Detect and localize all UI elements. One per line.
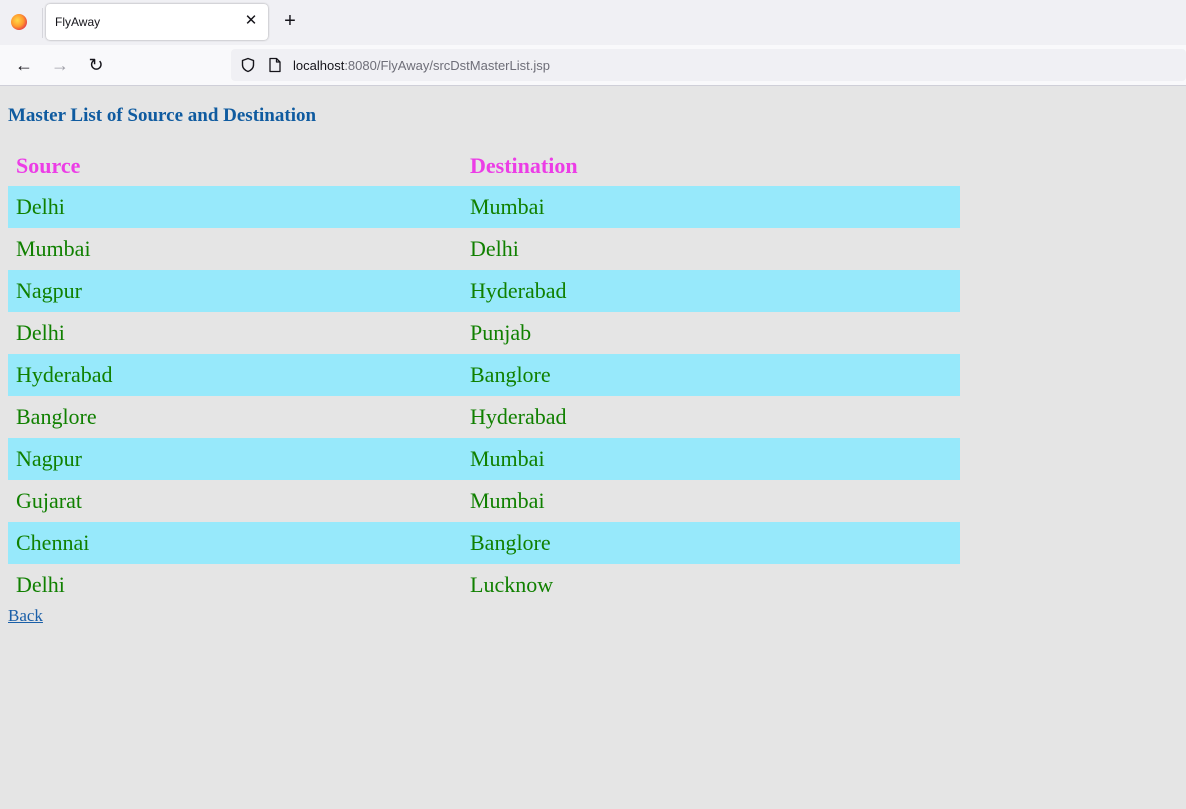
table-row: Banglore Hyderabad xyxy=(8,396,960,438)
source-cell: Mumbai xyxy=(16,236,91,261)
tab-separator xyxy=(42,8,43,38)
source-header: Source xyxy=(16,152,81,178)
destination-cell: Hyderabad xyxy=(470,404,567,429)
destination-cell: Lucknow xyxy=(470,572,554,597)
browser-chrome: FlyAway ✕ + ← → ↻ localhost:8080/FlyAway… xyxy=(0,0,1186,86)
table-header-row: Source Destination xyxy=(8,145,960,186)
source-cell: Delhi xyxy=(16,572,65,597)
table-row: Delhi Mumbai xyxy=(8,186,960,228)
destination-cell: Delhi xyxy=(470,236,519,261)
source-cell: Nagpur xyxy=(16,446,82,471)
table-row: Nagpur Mumbai xyxy=(8,438,960,480)
close-icon[interactable]: ✕ xyxy=(243,13,259,29)
table-row: Chennai Banglore xyxy=(8,522,960,564)
routes-table: Source Destination Delhi Mumbai Mumbai D… xyxy=(8,145,960,606)
tab-title: FlyAway xyxy=(55,15,101,29)
navigation-bar: ← → ↻ localhost:8080/FlyAway/srcDstMaste… xyxy=(0,45,1186,85)
firefox-icon[interactable] xyxy=(11,14,27,30)
url-path: :8080/FlyAway/srcDstMasterList.jsp xyxy=(344,58,550,73)
destination-header: Destination xyxy=(470,152,578,178)
url-text[interactable]: localhost:8080/FlyAway/srcDstMasterList.… xyxy=(293,58,550,73)
source-cell: Chennai xyxy=(16,530,90,555)
page-title: Master List of Source and Destination xyxy=(8,105,317,126)
source-cell: Banglore xyxy=(16,404,97,429)
table-row: Delhi Punjab xyxy=(8,312,960,354)
destination-cell: Hyderabad xyxy=(470,278,567,303)
tab-strip: FlyAway ✕ + xyxy=(0,0,1186,45)
forward-arrow-icon[interactable]: → xyxy=(49,54,71,76)
page-icon[interactable] xyxy=(268,57,282,73)
new-tab-button[interactable]: + xyxy=(280,11,300,31)
tab-flyaway[interactable]: FlyAway ✕ xyxy=(46,4,268,40)
shield-icon[interactable] xyxy=(240,57,256,73)
table-row: Nagpur Hyderabad xyxy=(8,270,960,312)
table-row: Mumbai Delhi xyxy=(8,228,960,270)
destination-cell: Mumbai xyxy=(470,446,545,471)
back-link[interactable]: Back xyxy=(8,606,43,626)
destination-cell: Mumbai xyxy=(470,488,545,513)
source-cell: Nagpur xyxy=(16,278,82,303)
destination-cell: Banglore xyxy=(470,530,551,555)
source-cell: Gujarat xyxy=(16,488,82,513)
url-bar[interactable]: localhost:8080/FlyAway/srcDstMasterList.… xyxy=(231,49,1186,81)
source-cell: Hyderabad xyxy=(16,362,113,387)
url-host: localhost xyxy=(293,58,345,73)
source-cell: Delhi xyxy=(16,194,65,219)
table-row: Hyderabad Banglore xyxy=(8,354,960,396)
destination-cell: Banglore xyxy=(470,362,551,387)
back-arrow-icon[interactable]: ← xyxy=(13,54,35,76)
source-cell: Delhi xyxy=(16,320,65,345)
destination-cell: Mumbai xyxy=(470,194,545,219)
table-row: Gujarat Mumbai xyxy=(8,480,960,522)
destination-cell: Punjab xyxy=(470,320,532,345)
table-row: Delhi Lucknow xyxy=(8,564,960,606)
reload-icon[interactable]: ↻ xyxy=(85,54,107,76)
